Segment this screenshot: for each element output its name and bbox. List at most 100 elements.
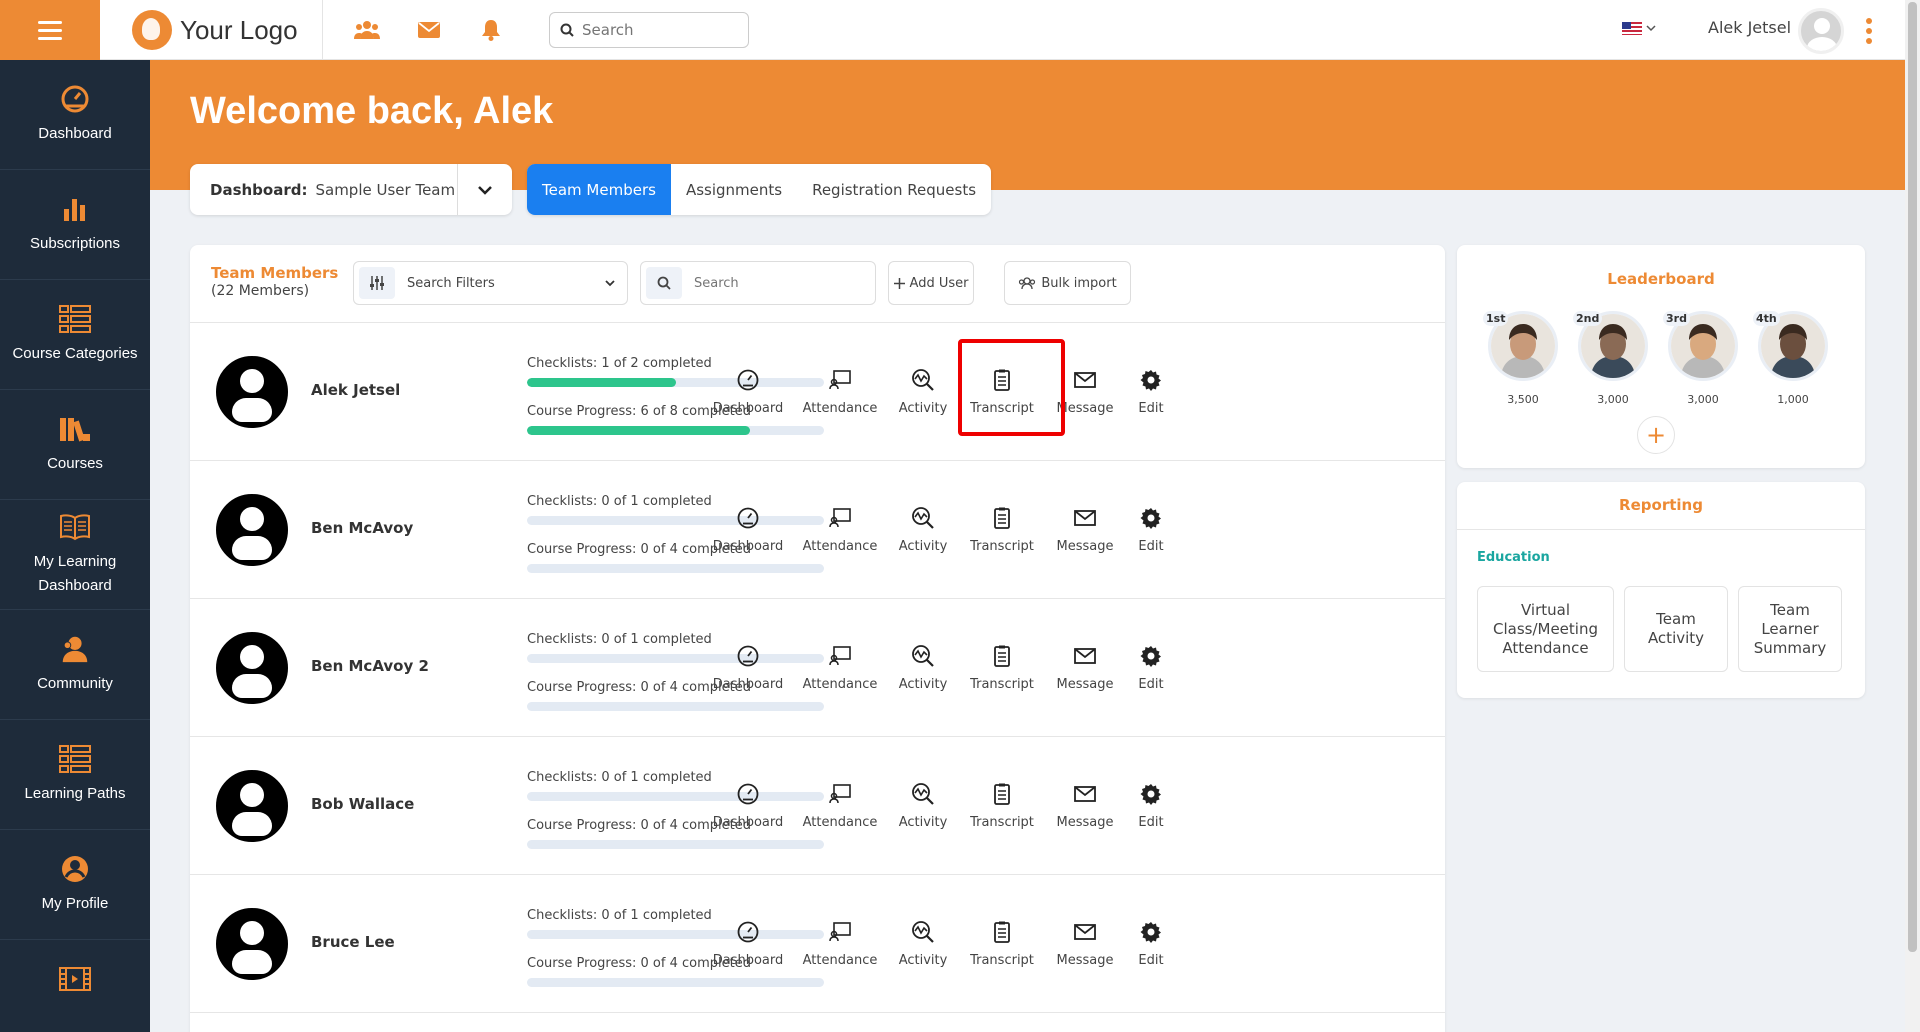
attendance-button[interactable]: Attendance: [795, 357, 885, 427]
us-flag-icon: [1622, 22, 1642, 35]
dashboard-button[interactable]: Dashboard: [703, 909, 793, 979]
more-options-button[interactable]: [1866, 18, 1872, 44]
edit-label: Edit: [1138, 539, 1164, 554]
report-team-learner-summary[interactable]: Team Learner Summary: [1738, 586, 1842, 672]
sidebar-item-learning-paths[interactable]: Learning Paths: [0, 720, 150, 830]
edit-button[interactable]: Edit: [1106, 771, 1196, 841]
add-user-button[interactable]: Add User: [888, 261, 974, 305]
hamburger-menu-button[interactable]: [0, 0, 100, 60]
edit-label: Edit: [1138, 677, 1164, 692]
activity-icon: [911, 644, 935, 668]
member-name[interactable]: Bruce Lee: [311, 933, 395, 951]
sidebar-item-course-categories[interactable]: Course Categories: [0, 280, 150, 390]
sidebar-item-my-learning-dashboard[interactable]: My Learning Dashboard: [0, 500, 150, 610]
sidebar-item-label: My Learning Dashboard: [33, 552, 117, 594]
users-icon: [59, 634, 91, 664]
avatar[interactable]: [216, 770, 288, 842]
leaderboard-add-button[interactable]: +: [1637, 416, 1675, 454]
sidebar-item-media[interactable]: [0, 940, 150, 1032]
scroll-thumb[interactable]: [1908, 2, 1917, 952]
tab-assignments[interactable]: Assignments: [671, 164, 797, 215]
transcript-label: Transcript: [970, 815, 1034, 830]
activity-label: Activity: [898, 677, 948, 692]
leaderboard-entry[interactable]: 3rd 3,000: [1663, 311, 1741, 407]
global-search[interactable]: [549, 12, 749, 48]
dashboard-select[interactable]: Dashboard: Sample User Team: [190, 164, 512, 215]
transcript-button[interactable]: Transcript: [957, 771, 1047, 841]
dashboard-select-label: Dashboard:: [210, 180, 308, 199]
dashboard-button[interactable]: Dashboard: [703, 771, 793, 841]
member-name[interactable]: Ben McAvoy: [311, 519, 413, 537]
avatar[interactable]: [216, 908, 288, 980]
attendance-button[interactable]: Attendance: [795, 909, 885, 979]
sidebar-item-subscriptions[interactable]: Subscriptions: [0, 170, 150, 280]
report-virtual-class-attendance[interactable]: Virtual Class/Meeting Attendance: [1477, 586, 1614, 672]
activity-button[interactable]: Activity: [878, 357, 968, 427]
sidebar-item-courses[interactable]: Courses: [0, 390, 150, 500]
team-icon[interactable]: [354, 17, 380, 43]
edit-button[interactable]: Edit: [1106, 495, 1196, 565]
avatar[interactable]: [216, 356, 288, 428]
logo[interactable]: Your Logo: [132, 10, 298, 50]
leaderboard-entry[interactable]: 2nd 3,000: [1573, 311, 1651, 407]
attendance-button[interactable]: Attendance: [795, 771, 885, 841]
leaderboard-entry[interactable]: 1st 3,500: [1483, 311, 1561, 407]
member-search[interactable]: [640, 261, 876, 305]
member-name[interactable]: Bob Wallace: [311, 795, 414, 813]
member-name[interactable]: Ben McAvoy 2: [311, 657, 429, 675]
activity-button[interactable]: Activity: [878, 909, 968, 979]
member-name[interactable]: Alek Jetsel: [311, 381, 400, 399]
sidebar-item-label: Course Categories: [12, 344, 138, 362]
sidebar-item-dashboard[interactable]: Dashboard: [0, 60, 150, 170]
edit-icon: [1139, 920, 1163, 944]
plus-icon: [893, 277, 905, 289]
transcript-button[interactable]: Transcript: [957, 909, 1047, 979]
books-icon: [59, 414, 91, 444]
language-selector[interactable]: [1622, 22, 1656, 35]
leaderboard-entry[interactable]: 4th 1,000: [1753, 311, 1831, 407]
edit-button[interactable]: Edit: [1106, 909, 1196, 979]
search-filters-select[interactable]: Search Filters: [353, 261, 628, 305]
sidebar: Dashboard Subscriptions Course Categorie…: [0, 60, 150, 1032]
edit-button[interactable]: Edit: [1106, 633, 1196, 703]
leaderboard-rank: 1st: [1483, 311, 1509, 326]
bulk-import-button[interactable]: Bulk import: [1004, 261, 1131, 305]
tab-registration-requests[interactable]: Registration Requests: [797, 164, 991, 215]
activity-label: Activity: [898, 815, 948, 830]
leaderboard-score: 3,000: [1687, 393, 1719, 406]
avatar[interactable]: [216, 494, 288, 566]
edit-icon: [1139, 368, 1163, 392]
user-name[interactable]: Alek Jetsel: [1708, 18, 1791, 37]
mail-icon[interactable]: [416, 17, 442, 43]
dashboard-button[interactable]: Dashboard: [703, 495, 793, 565]
attendance-label: Attendance: [802, 539, 878, 554]
activity-button[interactable]: Activity: [878, 771, 968, 841]
dashboard-icon: [736, 368, 760, 392]
avatar[interactable]: [216, 632, 288, 704]
transcript-button[interactable]: Transcript: [957, 633, 1047, 703]
table-row: Alek Jetsel Checklists: 1 of 2 completed C…: [190, 323, 1445, 461]
activity-button[interactable]: Activity: [878, 633, 968, 703]
attendance-button[interactable]: Attendance: [795, 633, 885, 703]
edit-button[interactable]: Edit: [1106, 357, 1196, 427]
attendance-button[interactable]: Attendance: [795, 495, 885, 565]
leaderboard-rank: 4th: [1753, 311, 1780, 326]
dashboard-select-toggle[interactable]: [457, 164, 512, 215]
transcript-button[interactable]: Transcript: [957, 495, 1047, 565]
member-search-input[interactable]: [694, 275, 864, 291]
course-progress-bar: [527, 426, 824, 435]
scrollbar[interactable]: [1905, 0, 1920, 1032]
dashboard-button[interactable]: Dashboard: [703, 357, 793, 427]
bell-icon[interactable]: [478, 17, 504, 43]
reporting-title: Reporting: [1619, 496, 1703, 514]
report-team-activity[interactable]: Team Activity: [1624, 586, 1728, 672]
checklist-progress-label: Checklists: 0 of 1 completed: [527, 908, 712, 923]
dashboard-button[interactable]: Dashboard: [703, 633, 793, 703]
sidebar-item-my-profile[interactable]: My Profile: [0, 830, 150, 940]
activity-button[interactable]: Activity: [878, 495, 968, 565]
user-avatar[interactable]: [1798, 8, 1844, 54]
sidebar-item-community[interactable]: Community: [0, 610, 150, 720]
transcript-button[interactable]: Transcript: [957, 357, 1047, 427]
global-search-input[interactable]: [582, 21, 732, 39]
tab-team-members[interactable]: Team Members: [527, 164, 671, 215]
